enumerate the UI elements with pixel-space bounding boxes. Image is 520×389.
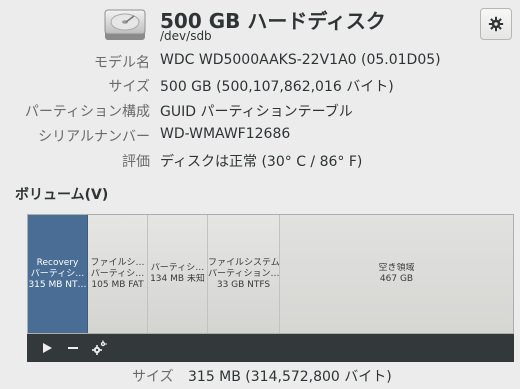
volume-toolbar (27, 334, 514, 362)
info-label: パーティション構成 (24, 104, 150, 120)
partition-line: パーティシ… (90, 268, 145, 279)
partition-fat[interactable]: ファイルシ… パーティシ… 105 MB FAT (88, 215, 148, 333)
disk-header: 500 GB ハードディスク /dev/sdb (0, 0, 520, 48)
partition-line: 空き領域 (378, 263, 415, 273)
play-icon (43, 343, 52, 353)
partition-line: 467 GB (379, 274, 414, 284)
info-label: モデル名 (94, 55, 150, 71)
settings-button[interactable] (480, 8, 512, 40)
partition-line: パーティション… (208, 268, 279, 279)
partition-ntfs[interactable]: ファイルシステム パーティション… 33 GB NTFS (208, 215, 280, 333)
info-row-model: モデル名 WDC WD5000AAKS-22V1A0 (05.01D05) (0, 52, 520, 74)
info-value: WD-WMAWF12686 (160, 126, 291, 142)
partition-line: 33 GB NTFS (216, 279, 271, 290)
info-value: 500 GB (500,107,862,016 バイト) (160, 79, 394, 95)
partition-line: パーティシ… (30, 268, 85, 279)
partition-line: 134 MB 未知 (150, 274, 205, 284)
minus-icon (68, 347, 78, 349)
disk-device-path: /dev/sdb (160, 29, 212, 43)
gears-icon (92, 340, 107, 355)
delete-partition-button[interactable] (65, 340, 81, 356)
info-label: 評価 (122, 154, 150, 170)
info-row-partitioning: パーティション構成 GUID パーティションテーブル (0, 101, 520, 123)
info-row-size: サイズ 500 GB (500,107,862,016 バイト) (0, 76, 520, 98)
info-label: サイズ (108, 79, 150, 95)
partition-line: 105 MB FAT (91, 279, 144, 290)
partition-line: ファイルシステム (208, 257, 279, 268)
volumes-heading: ボリューム(V) (15, 187, 109, 203)
gear-icon (488, 16, 504, 32)
size-label: サイズ (132, 369, 174, 385)
info-row-assessment: 評価 ディスクは正常 (30° C / 86° F) (0, 151, 520, 173)
info-row-serial: シリアルナンバー WD-WMAWF12686 (0, 126, 520, 148)
size-value: 315 MB (314,572,800 バイト) (188, 369, 392, 385)
partition-recovery[interactable]: Recovery パーティシ… 315 MB NT… (28, 215, 88, 333)
partition-options-button[interactable] (91, 340, 107, 356)
mount-button[interactable] (39, 340, 55, 356)
partition-line: パーティシ… (150, 263, 205, 273)
partition-line: ファイルシ… (90, 257, 145, 268)
hard-disk-icon (104, 9, 146, 40)
partition-free-space[interactable]: 空き領域 467 GB (280, 215, 513, 333)
partition-line: 315 MB NT… (28, 279, 87, 290)
partition-line: Recovery (36, 257, 79, 268)
info-value: GUID パーティションテーブル (160, 104, 353, 120)
volume-map: Recovery パーティシ… 315 MB NT… ファイルシ… パーティシ…… (27, 214, 514, 334)
info-value: ディスクは正常 (30° C / 86° F) (160, 154, 363, 170)
info-value: WDC WD5000AAKS-22V1A0 (05.01D05) (160, 52, 441, 68)
partition-unknown[interactable]: パーティシ… 134 MB 未知 (148, 215, 208, 333)
info-label: シリアルナンバー (38, 129, 150, 145)
